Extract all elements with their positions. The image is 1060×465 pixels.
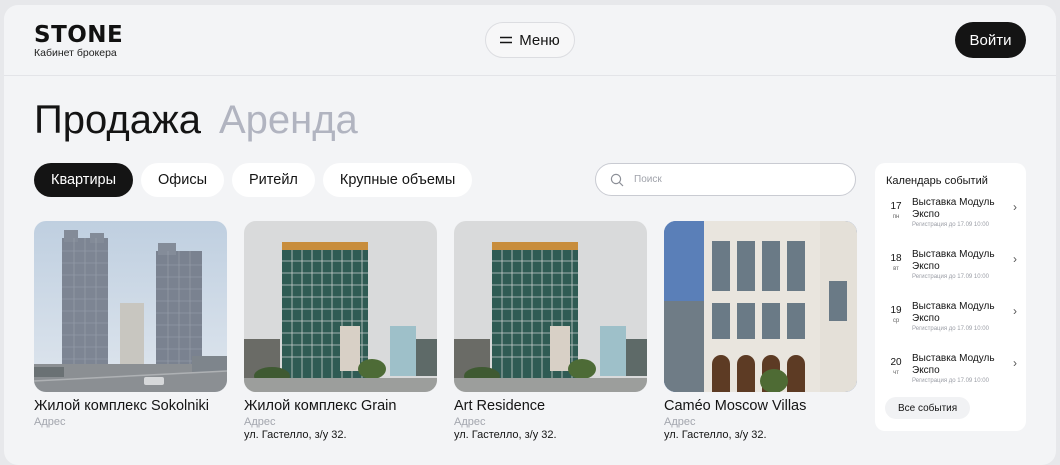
address-label: Адрес [454,416,486,428]
project-address: ул. Гастелло, з/у 32. [664,429,767,441]
event-day: 17 [890,201,902,212]
calendar-title: Календарь событий [886,175,988,187]
event-name: Выставка Модуль Экспо [912,249,995,272]
chevron-right-icon: › [1013,252,1017,266]
tab-rent[interactable]: Аренда [219,97,358,143]
logo[interactable]: STONE Кабинет брокера [34,22,124,60]
address-label: Адрес [34,416,66,428]
login-button[interactable]: Войти [955,22,1026,58]
search-field[interactable] [595,163,856,196]
project-photo-grain [244,221,437,392]
project-photo-art-residence [454,221,647,392]
event-day: 19 [890,305,902,316]
search-icon [610,173,624,186]
chevron-right-icon: › [1013,200,1017,214]
event-date: 20 чт [885,357,907,377]
filter-chips: Квартиры Офисы Ритейл Крупные объемы [34,163,473,197]
filter-apartments[interactable]: Квартиры [34,163,134,197]
event-weekday: ср [892,318,900,324]
filter-large-volumes[interactable]: Крупные объемы [322,163,473,197]
project-card-art-residence[interactable]: Art Residence Адрес ул. Гастелло, з/у 32… [454,221,647,442]
event-day: 20 [890,357,902,368]
app-frame: STONE Кабинет брокера Меню Войти Продажа… [4,5,1056,465]
hamburger-icon [500,36,513,44]
calendar-event[interactable]: 20 чт Выставка Модуль Экспо Регистрация … [885,351,1019,396]
project-title: Жилой комплекс Sokolniki [34,398,210,414]
event-weekday: чт [893,370,899,376]
event-registration: Регистрация до 17.09 10:00 [912,222,989,228]
event-registration: Регистрация до 17.09 10:00 [912,378,989,384]
logo-wordmark: STONE [34,22,124,48]
project-address: ул. Гастелло, з/у 32. [454,429,557,441]
project-card-grain[interactable]: Жилой комплекс Grain Адрес ул. Гастелло,… [244,221,437,442]
events-calendar: Календарь событий 17 пн Выставка Модуль … [875,163,1026,431]
chevron-right-icon: › [1013,304,1017,318]
event-date: 18 вт [885,253,907,273]
project-title: Жилой комплекс Grain [244,398,397,414]
event-name: Выставка Модуль Экспо [912,353,995,376]
event-date: 17 пн [885,201,907,221]
event-weekday: пн [892,214,900,220]
chevron-right-icon: › [1013,356,1017,370]
project-card-cameo-villas[interactable]: Caméo Moscow Villas Адрес ул. Гастелло, … [664,221,857,442]
search-input[interactable] [632,173,836,186]
menu-button[interactable]: Меню [485,22,575,58]
project-card-sokolniki[interactable]: Жилой комплекс Sokolniki Адрес [34,221,227,429]
project-photo-sokolniki [34,221,227,392]
top-header: STONE Кабинет брокера Меню Войти [4,5,1056,76]
project-address: ул. Гастелло, з/у 32. [244,429,347,441]
tab-sale[interactable]: Продажа [34,97,201,143]
project-title: Caméo Moscow Villas [664,398,807,414]
event-day: 18 [890,253,902,264]
address-label: Адрес [664,416,696,428]
event-registration: Регистрация до 17.09 10:00 [912,326,989,332]
filter-retail[interactable]: Ритейл [232,163,315,197]
event-name: Выставка Модуль Экспо [912,197,995,220]
calendar-event[interactable]: 19 ср Выставка Модуль Экспо Регистрация … [885,299,1019,344]
event-registration: Регистрация до 17.09 10:00 [912,274,989,280]
all-events-button[interactable]: Все события [885,397,971,419]
project-photo-cameo-villas [664,221,857,392]
calendar-event[interactable]: 18 вт Выставка Модуль Экспо Регистрация … [885,247,1019,292]
logo-subtitle: Кабинет брокера [34,47,117,59]
deal-type-tabs: Продажа Аренда [34,97,358,143]
event-weekday: вт [893,266,899,272]
event-date: 19 ср [885,305,907,325]
filter-offices[interactable]: Офисы [141,163,225,197]
event-name: Выставка Модуль Экспо [912,301,995,324]
calendar-event[interactable]: 17 пн Выставка Модуль Экспо Регистрация … [885,195,1019,240]
menu-label: Меню [519,31,560,49]
project-title: Art Residence [454,398,546,414]
address-label: Адрес [244,416,276,428]
